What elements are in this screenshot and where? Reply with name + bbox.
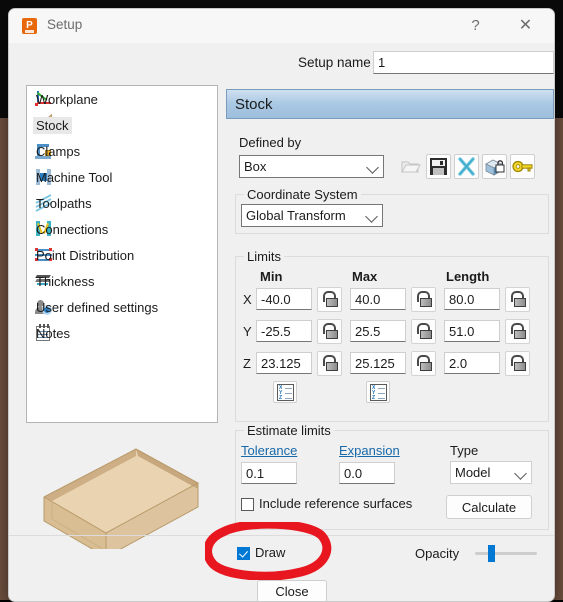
setup-name-row: Setup name 1 [9,51,554,77]
tree-item-label: User defined settings [36,299,159,315]
delete-x-icon[interactable] [454,154,479,179]
padlock-open-icon[interactable] [505,351,530,376]
tree-item-label: Notes [36,325,70,341]
estimate-limits-label: Estimate limits [244,423,334,438]
padlock-open-icon[interactable] [411,319,436,344]
limit-y-min-input[interactable]: -25.5 [256,320,312,342]
tree-item-label: Machine Tool [36,169,113,185]
limit-y-length-input[interactable]: 51.0 [444,320,500,342]
coordinate-system-value: Global Transform [246,208,346,223]
coordinate-system-label: Coordinate System [244,187,361,202]
limit-x-max-input[interactable]: 40.0 [350,288,406,310]
tree-item-label: Stock [33,116,72,134]
tree-item-label: Clamps [36,143,81,159]
padlock-open-icon[interactable] [411,351,436,376]
chevron-down-icon [514,467,527,480]
tree-item-label: Point Distribution [36,247,135,263]
tree-item-clamps[interactable]: Clamps [27,138,217,164]
limits-axis-z: Z [243,356,251,371]
close-button[interactable]: Close [257,580,327,601]
key-icon[interactable] [510,154,535,179]
defined-by-label: Defined by [239,135,302,150]
tolerance-link[interactable]: Tolerance [241,443,297,458]
tree-item-label: Workplane [36,91,98,107]
limits-label: Limits [244,249,284,264]
expansion-link[interactable]: Expansion [339,443,400,458]
tree-item-notes[interactable]: Notes [27,320,217,346]
padlock-open-icon[interactable] [317,351,342,376]
tree-item-toolpaths[interactable]: Toolpaths [27,190,217,216]
tree-item-label: Connections [36,221,109,237]
setup-tree[interactable]: Workplane Stock Clamps Machine Tool Tool [26,85,218,423]
lock-box-icon[interactable] [482,154,507,179]
include-reference-surfaces-checkbox[interactable] [241,498,254,511]
chevron-down-icon [366,161,379,174]
limit-z-min-input[interactable]: 23.125 [256,352,312,374]
tree-item-label: Thickness [36,273,95,289]
tree-item-point-distribution[interactable]: Point Distribution [27,242,217,268]
xyz-list-button-max[interactable]: XYZ [366,381,390,403]
tree-item-thickness[interactable]: Thickness [27,268,217,294]
open-folder-icon[interactable] [398,154,423,179]
padlock-open-icon[interactable] [317,287,342,312]
footer-divider [9,535,554,536]
tree-item-label: Toolpaths [36,195,92,211]
defined-by-select[interactable]: Box [239,155,384,178]
padlock-open-icon[interactable] [505,319,530,344]
dialog-titlebar: P Setup ? ✕ [9,9,554,44]
coordinate-system-select[interactable]: Global Transform [241,204,383,227]
xyz-list-button-min[interactable]: XYZ [273,381,297,403]
panel-header: Stock [226,89,554,119]
type-select[interactable]: Model [450,461,532,484]
limit-z-max-input[interactable]: 25.125 [350,352,406,374]
padlock-open-icon[interactable] [411,287,436,312]
limit-x-length-input[interactable]: 80.0 [444,288,500,310]
save-icon[interactable] [426,154,451,179]
type-value: Model [455,465,491,480]
opacity-slider-track[interactable] [475,552,537,555]
setup-name-input[interactable]: 1 [373,51,554,74]
include-reference-surfaces-label: Include reference surfaces [259,496,413,511]
limit-y-max-input[interactable]: 25.5 [350,320,406,342]
limits-axis-x: X [243,292,252,307]
powermill-p-icon: P [22,18,37,34]
setup-name-label: Setup name [298,55,371,70]
draw-checkbox[interactable] [237,547,250,560]
limits-col-length: Length [446,269,490,284]
type-label: Type [450,443,479,458]
opacity-slider-thumb[interactable] [487,545,495,562]
help-button[interactable]: ? [453,9,498,41]
limit-x-min-input[interactable]: -40.0 [256,288,312,310]
limits-col-min: Min [260,269,283,284]
limit-z-length-input[interactable]: 2.0 [444,352,500,374]
tree-item-workplane[interactable]: Workplane [27,86,217,112]
calculate-button[interactable]: Calculate [446,495,532,519]
dialog-title: Setup [47,17,83,32]
tree-item-machine-tool[interactable]: Machine Tool [27,164,217,190]
tree-item-stock[interactable]: Stock [27,112,217,138]
close-window-button[interactable]: ✕ [503,9,548,41]
stock-box-3d-preview [26,429,216,558]
expansion-input[interactable]: 0.0 [339,462,395,484]
setup-dialog: P Setup ? ✕ Setup name 1 Workplane Stock [8,8,555,602]
padlock-open-icon[interactable] [317,319,342,344]
draw-label: Draw [255,545,286,560]
tree-item-connections[interactable]: Connections [27,216,217,242]
limits-axis-y: Y [243,324,252,339]
limits-col-max: Max [352,269,378,284]
padlock-open-icon[interactable] [505,287,530,312]
defined-by-value: Box [244,159,267,174]
chevron-down-icon [365,210,378,223]
tree-item-user-defined-settings[interactable]: User defined settings [27,294,217,320]
opacity-label: Opacity [415,546,460,561]
tolerance-input[interactable]: 0.1 [241,462,297,484]
